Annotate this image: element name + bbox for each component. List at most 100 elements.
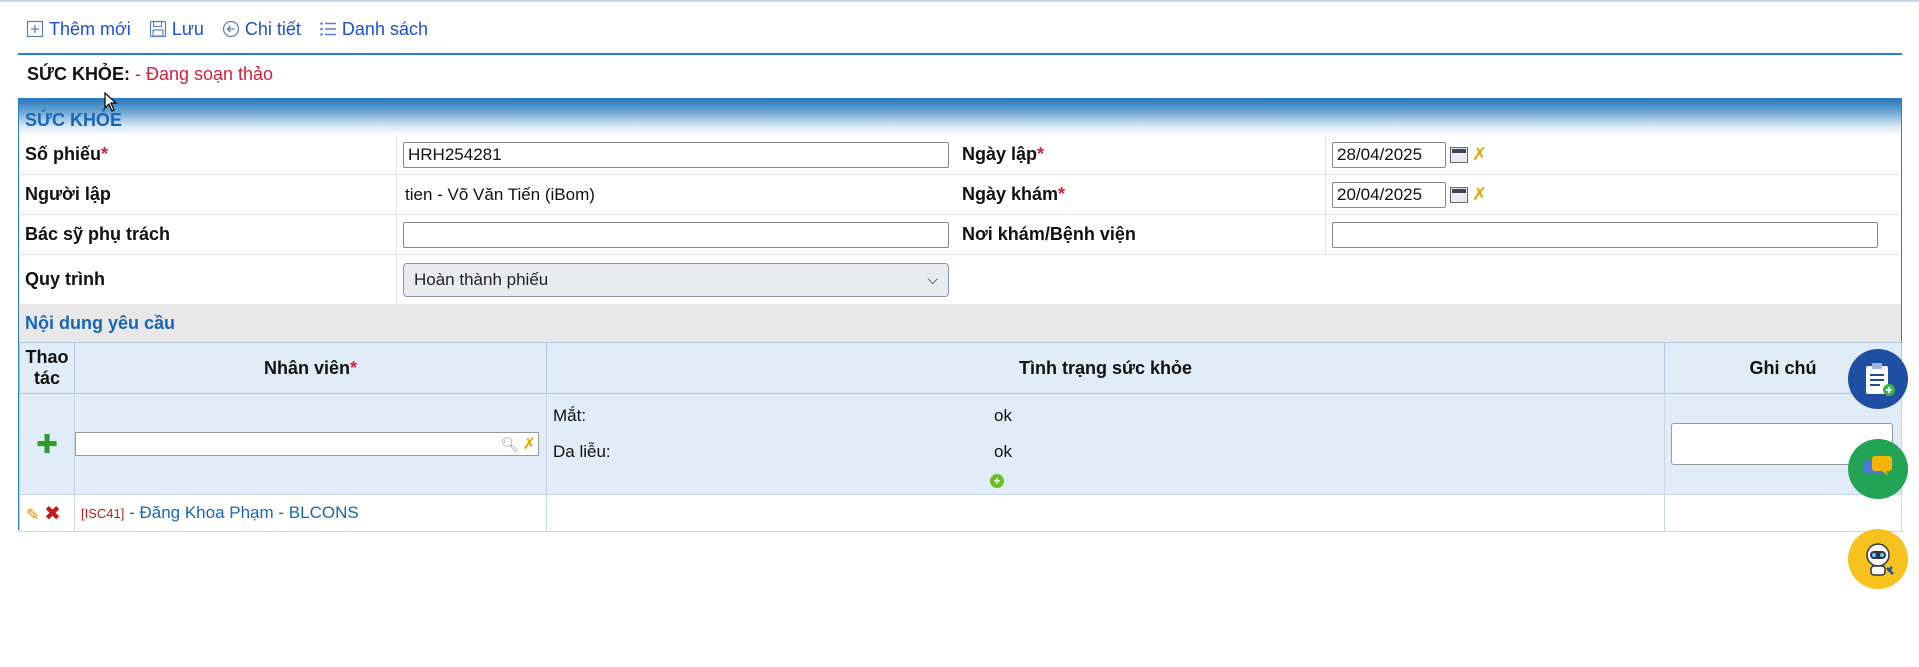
form-row-process: Quy trình Hoàn thành phiếu ⌵	[19, 255, 1901, 304]
process-select-value: Hoàn thành phiếu	[414, 269, 549, 289]
health-item: Da liễu: ok	[547, 434, 1664, 470]
back-arrow-icon	[222, 20, 239, 38]
exam-date-label-text: Ngày khám	[962, 184, 1059, 204]
clear-icon[interactable]: ✗	[1472, 144, 1487, 165]
ticket-no-label: Số phiếu *	[19, 135, 397, 174]
save-button[interactable]: Lưu	[149, 19, 204, 40]
col-header-health: Tình trạng sức khỏe	[546, 342, 1665, 394]
ticket-no-label-text: Số phiếu	[25, 144, 101, 164]
add-row-button[interactable]: ✚	[36, 429, 58, 459]
add-row-cell: ✚	[19, 393, 75, 495]
clear-icon[interactable]: ✗	[1472, 184, 1487, 205]
exam-date-picker: 20/04/2025 ✗	[1332, 181, 1487, 208]
exam-date-input[interactable]: 20/04/2025	[1332, 181, 1446, 208]
doctor-cell	[397, 215, 956, 254]
doctor-label: Bác sỹ phụ trách	[19, 215, 397, 254]
status-badge: - Đang soạn thảo	[134, 64, 274, 84]
health-item-value[interactable]: ok	[643, 442, 1363, 462]
form-row-ticket: Số phiếu * HRH254281 Ngày lập * 28/04/2025…	[19, 135, 1901, 175]
required-mark: *	[350, 357, 358, 378]
ticket-no-input[interactable]: HRH254281	[403, 141, 949, 168]
details-table: Thao tác Nhân viên* Tình trạng sức khỏe …	[19, 342, 1902, 532]
col-header-employee: Nhân viên*	[74, 342, 547, 394]
creator-value: tien - Võ Văn Tiến (iBom)	[405, 184, 595, 204]
calendar-icon[interactable]	[1450, 186, 1468, 203]
detail-button[interactable]: Chi tiết	[222, 19, 301, 40]
health-status-cell: Mắt: ok Da liễu: ok +	[546, 393, 1665, 495]
doctor-label-text: Bác sỹ phụ trách	[25, 224, 171, 244]
toolbar: Thêm mới Lưu Chi tiết Danh sách	[26, 14, 428, 44]
created-date-label-text: Ngày lập	[962, 144, 1038, 164]
row-note	[1664, 494, 1902, 532]
required-mark: *	[1037, 144, 1045, 164]
hospital-label: Nơi khám/Bệnh viện	[956, 215, 1326, 254]
search-icon[interactable]: 🔍︎	[501, 436, 519, 453]
add-document-float-button[interactable]	[1848, 349, 1908, 409]
exam-date-cell: 20/04/2025 ✗	[1326, 175, 1901, 214]
edit-icon[interactable]: ✎	[26, 507, 39, 524]
employee-name-link[interactable]: - Đăng Khoa Phạm - BLCONS	[129, 503, 359, 522]
top-border	[0, 0, 1919, 2]
clipboard-add-icon	[1866, 363, 1895, 396]
table-row: ✎ ✖ [ISC41] - Đăng Khoa Phạm - BLCONS	[19, 494, 1902, 532]
chat-float-button[interactable]	[1848, 439, 1908, 499]
save-label: Lưu	[171, 18, 204, 39]
hospital-cell	[1326, 215, 1901, 254]
add-health-item-wrap: +	[547, 470, 1447, 490]
chat-bubble-icon	[1864, 456, 1892, 476]
process-cell: Hoàn thành phiếu ⌵	[397, 255, 956, 304]
health-form: SỨC KHỎE Số phiếu * HRH254281 Ngày lập * 2…	[18, 98, 1902, 532]
created-date-cell: 28/04/2025 ✗	[1326, 135, 1901, 174]
mouse-cursor-icon	[104, 92, 118, 112]
add-new-label: Thêm mới	[49, 18, 131, 39]
clear-icon[interactable]: ✗	[523, 434, 536, 454]
created-date-input[interactable]: 28/04/2025	[1332, 141, 1446, 168]
employee-code: [ISC41]	[81, 506, 125, 521]
details-section-header: Nội dung yêu cầu	[19, 304, 1901, 342]
page-status: SỨC KHỎE: - Đang soạn thảo	[27, 64, 273, 85]
details-section-title: Nội dung yêu cầu	[25, 312, 176, 333]
calendar-icon[interactable]	[1450, 146, 1468, 163]
detail-label: Chi tiết	[244, 18, 301, 39]
required-mark: *	[1058, 184, 1066, 204]
list-button[interactable]: Danh sách	[319, 19, 428, 40]
new-entry-row: ✚ 🔍︎ ✗ Mắt: ok Da liễu: ok +	[19, 393, 1902, 495]
health-item-label: Da liễu:	[553, 442, 611, 461]
list-icon	[320, 22, 336, 36]
health-item-label: Mắt:	[553, 406, 587, 425]
hospital-label-text: Nơi khám/Bệnh viện	[962, 224, 1136, 244]
created-date-picker: 28/04/2025 ✗	[1332, 141, 1487, 168]
required-mark: *	[101, 144, 109, 164]
process-label: Quy trình	[19, 255, 397, 304]
exam-date-label: Ngày khám *	[956, 175, 1326, 214]
health-item: Mắt: ok	[547, 398, 1664, 434]
doctor-input[interactable]	[403, 221, 949, 248]
employee-search-input[interactable]: 🔍︎ ✗	[75, 432, 539, 456]
row-actions: ✎ ✖	[19, 494, 75, 532]
toolbar-divider	[18, 53, 1902, 55]
creator-label-text: Người lập	[25, 184, 111, 204]
employee-input-cell: 🔍︎ ✗	[74, 393, 547, 495]
table-header-row: Thao tác Nhân viên* Tình trạng sức khỏe …	[19, 342, 1902, 394]
row-health	[546, 494, 1665, 532]
health-item-value[interactable]: ok	[643, 406, 1363, 426]
plus-square-icon	[26, 20, 44, 38]
process-label-text: Quy trình	[25, 269, 105, 289]
form-row-creator: Người lập tien - Võ Văn Tiến (iBom) Ngày…	[19, 175, 1901, 215]
process-select[interactable]: Hoàn thành phiếu ⌵	[403, 262, 949, 297]
robot-icon	[1866, 543, 1894, 576]
ticket-no-cell: HRH254281	[397, 135, 956, 174]
col-header-employee-text: Nhân viên	[263, 357, 350, 378]
hospital-input[interactable]	[1332, 221, 1878, 248]
created-date-label: Ngày lập *	[956, 135, 1326, 174]
form-header-title: SỨC KHỎE	[25, 110, 122, 130]
form-header: SỨC KHỎE	[19, 99, 1901, 135]
delete-icon[interactable]: ✖	[44, 503, 61, 525]
floppy-disk-icon	[149, 20, 166, 38]
page-title: SỨC KHỎE:	[27, 64, 130, 84]
add-circle-icon[interactable]: +	[990, 474, 1004, 488]
list-label: Danh sách	[341, 18, 428, 39]
chevron-down-icon: ⌵	[927, 271, 938, 287]
bot-support-float-button[interactable]	[1848, 529, 1908, 589]
add-new-button[interactable]: Thêm mới	[26, 19, 131, 40]
